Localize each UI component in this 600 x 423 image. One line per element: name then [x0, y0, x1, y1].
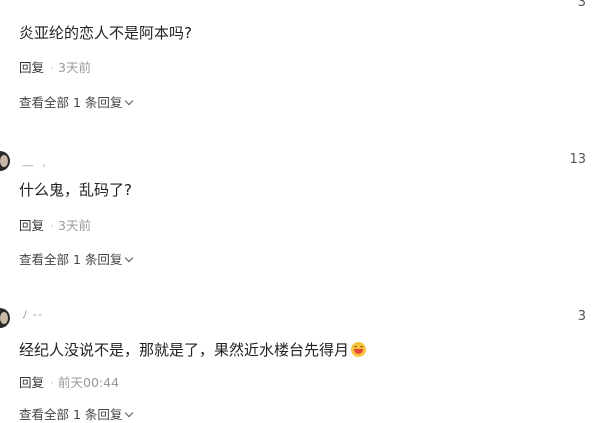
meta-separator: ·	[50, 60, 54, 75]
like-count-value: 13	[569, 152, 586, 167]
view-replies-label: 查看全部 1 条回复	[19, 407, 123, 422]
grinning-emoji-icon	[351, 342, 367, 357]
comment-meta: 回复 · 3天前	[19, 215, 91, 234]
comment-time: 3天前	[58, 218, 91, 233]
comment-meta: 回复 · 前天00:44	[19, 372, 119, 391]
view-replies-label: 查看全部 1 条回复	[19, 95, 123, 110]
chevron-down-icon	[125, 408, 134, 418]
avatar[interactable]	[0, 308, 10, 328]
chevron-down-icon	[125, 253, 134, 263]
view-replies-link[interactable]: 查看全部 1 条回复	[19, 92, 134, 111]
comment-item: ﹏ ﹐ 13 什么鬼，乱码了? 回复 · 3天前 查看全部 1 条回复	[0, 146, 600, 268]
like-count-value: 3	[577, 0, 586, 10]
reply-button[interactable]: 回复	[19, 218, 44, 233]
like-count[interactable]: 13	[569, 152, 594, 167]
view-replies-label: 查看全部 1 条回复	[19, 252, 123, 267]
username[interactable]: ﾉ ‐‐	[22, 306, 43, 322]
like-count[interactable]: 3	[578, 0, 594, 10]
reply-button[interactable]: 回复	[19, 375, 44, 390]
comment-text: 什么鬼，乱码了?	[19, 181, 132, 199]
like-count-value: 3	[577, 309, 586, 324]
comment-text: 炎亚纶的恋人不是阿本吗?	[19, 24, 192, 42]
avatar[interactable]	[0, 151, 10, 171]
view-replies-link[interactable]: 查看全部 1 条回复	[19, 249, 134, 268]
like-count[interactable]: 3	[578, 309, 594, 324]
comment-item: ﾉ ‐‐ 3 经纪人没说不是，那就是了，果然近水楼台先得月 回复 · 前天00:44…	[0, 302, 600, 422]
comment-meta: 回复 · 3天前	[19, 57, 91, 76]
meta-separator: ·	[50, 218, 54, 233]
view-replies-link[interactable]: 查看全部 1 条回复	[19, 404, 134, 423]
meta-separator: ·	[50, 375, 54, 390]
comment-time: 前天00:44	[58, 375, 120, 390]
comment-text: 经纪人没说不是，那就是了，果然近水楼台先得月	[19, 339, 367, 360]
comment-text-body: 经纪人没说不是，那就是了，果然近水楼台先得月	[19, 341, 350, 359]
comment-time: 3天前	[58, 60, 91, 75]
thumb-up-icon[interactable]	[586, 0, 594, 10]
chevron-down-icon	[125, 96, 134, 106]
username[interactable]: ﹏ ﹐	[22, 153, 51, 169]
reply-button[interactable]: 回复	[19, 60, 44, 75]
thumb-up-icon[interactable]	[586, 309, 594, 324]
comment-item: 3 炎亚纶的恋人不是阿本吗? 回复 · 3天前 查看全部 1 条回复	[0, 0, 600, 120]
thumb-up-icon[interactable]	[586, 152, 594, 167]
